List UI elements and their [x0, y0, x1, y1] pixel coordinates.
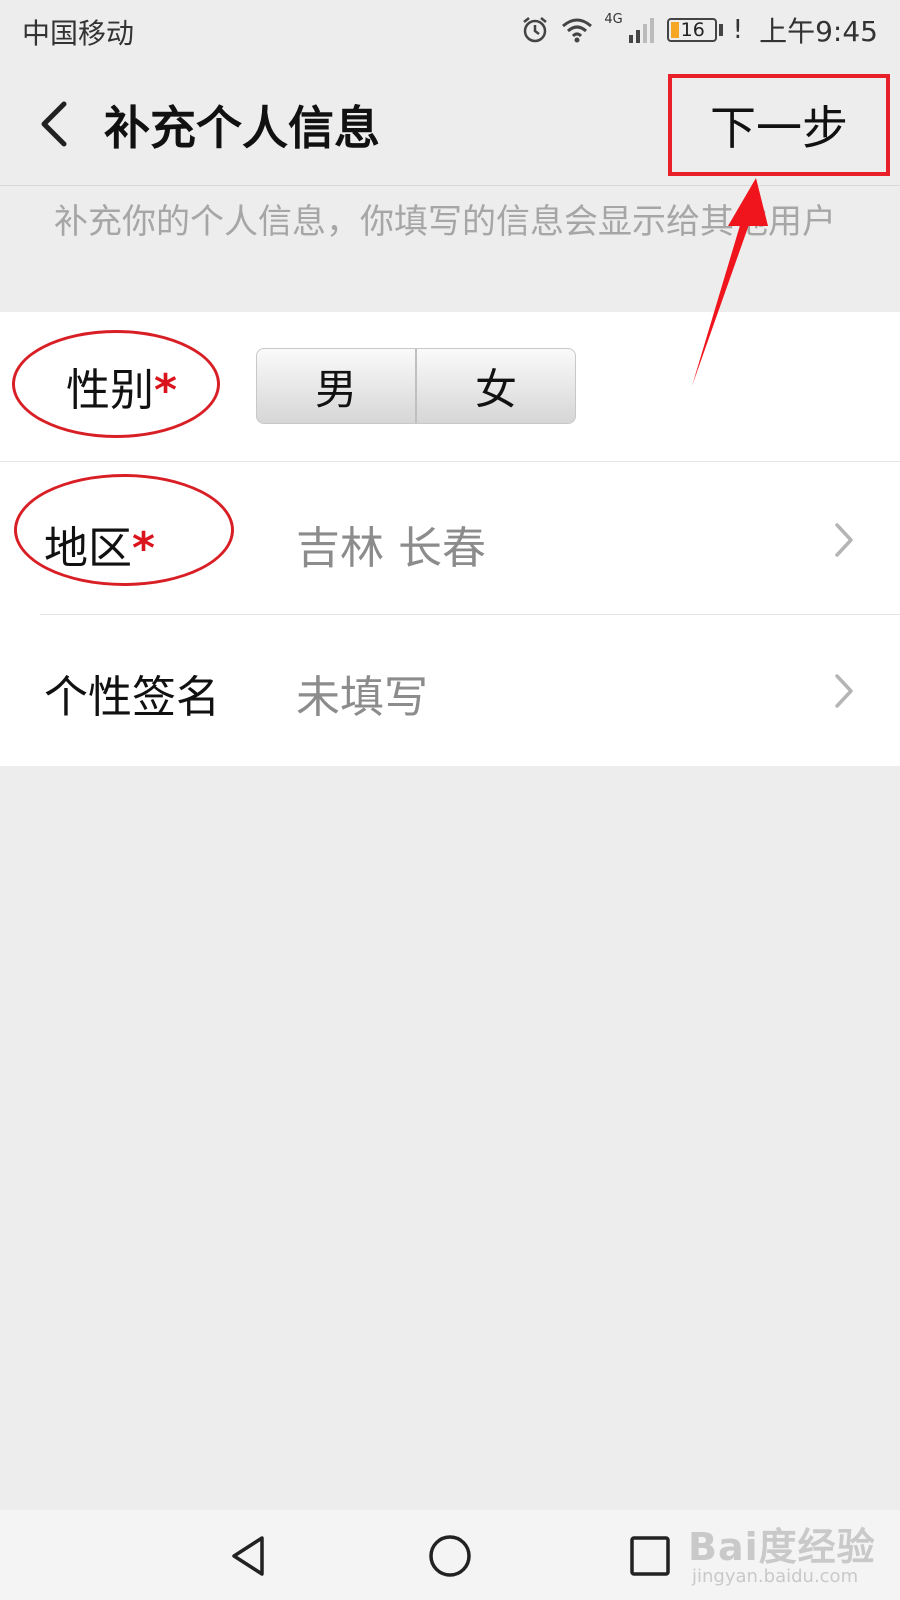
alarm-icon: [523, 17, 548, 43]
status-bar: 中国移动 4G 16 ! 上午9:45: [0, 0, 900, 62]
required-mark: *: [154, 365, 178, 416]
battery-level: 16: [680, 19, 705, 41]
gender-option-female[interactable]: 女: [415, 349, 575, 423]
back-button[interactable]: [30, 92, 90, 156]
signature-label: 个性签名: [44, 672, 220, 723]
required-mark: *: [132, 523, 156, 574]
region-value: 吉林 长春: [296, 523, 486, 574]
page-title: 补充个人信息: [104, 101, 380, 155]
gender-selector: 男 女: [256, 348, 576, 424]
gender-option-male[interactable]: 男: [257, 349, 415, 423]
gender-label: 性别*: [66, 365, 178, 416]
next-step-button[interactable]: 下一步: [668, 74, 890, 176]
next-step-label: 下一步: [710, 101, 848, 155]
signature-row[interactable]: 个性签名 未填写: [0, 615, 900, 766]
signal-icon: [628, 18, 654, 43]
back-arrow-icon: [41, 101, 67, 147]
watermark-logo: Bai度经验 jingyan.baidu.com: [688, 1510, 888, 1592]
region-row[interactable]: 地区* 吉林 长春: [0, 462, 900, 615]
nav-bar: 补充个人信息 下一步: [0, 62, 900, 186]
system-recent-apps-icon[interactable]: [622, 1528, 678, 1584]
wifi-icon: [562, 18, 593, 43]
chevron-right-icon: [835, 523, 853, 557]
annotation-arrow: [692, 178, 768, 386]
signature-value: 未填写: [296, 672, 428, 723]
chevron-right-icon: [835, 674, 853, 708]
region-label: 地区*: [44, 523, 156, 574]
network-type-icon: 4G: [604, 12, 623, 27]
battery-icon: 16: [666, 18, 717, 42]
battery-cap: [718, 24, 723, 36]
warning-icon: !: [732, 15, 744, 45]
carrier-name: 中国移动: [22, 17, 135, 50]
status-icons: 4G 16 ! 上午9:45: [520, 10, 878, 50]
system-home-icon[interactable]: [422, 1528, 478, 1584]
watermark-url: jingyan.baidu.com: [692, 1566, 859, 1587]
watermark-main: Bai度经验: [688, 1525, 876, 1569]
system-back-icon[interactable]: [222, 1528, 278, 1584]
status-time: 上午9:45: [759, 15, 878, 48]
